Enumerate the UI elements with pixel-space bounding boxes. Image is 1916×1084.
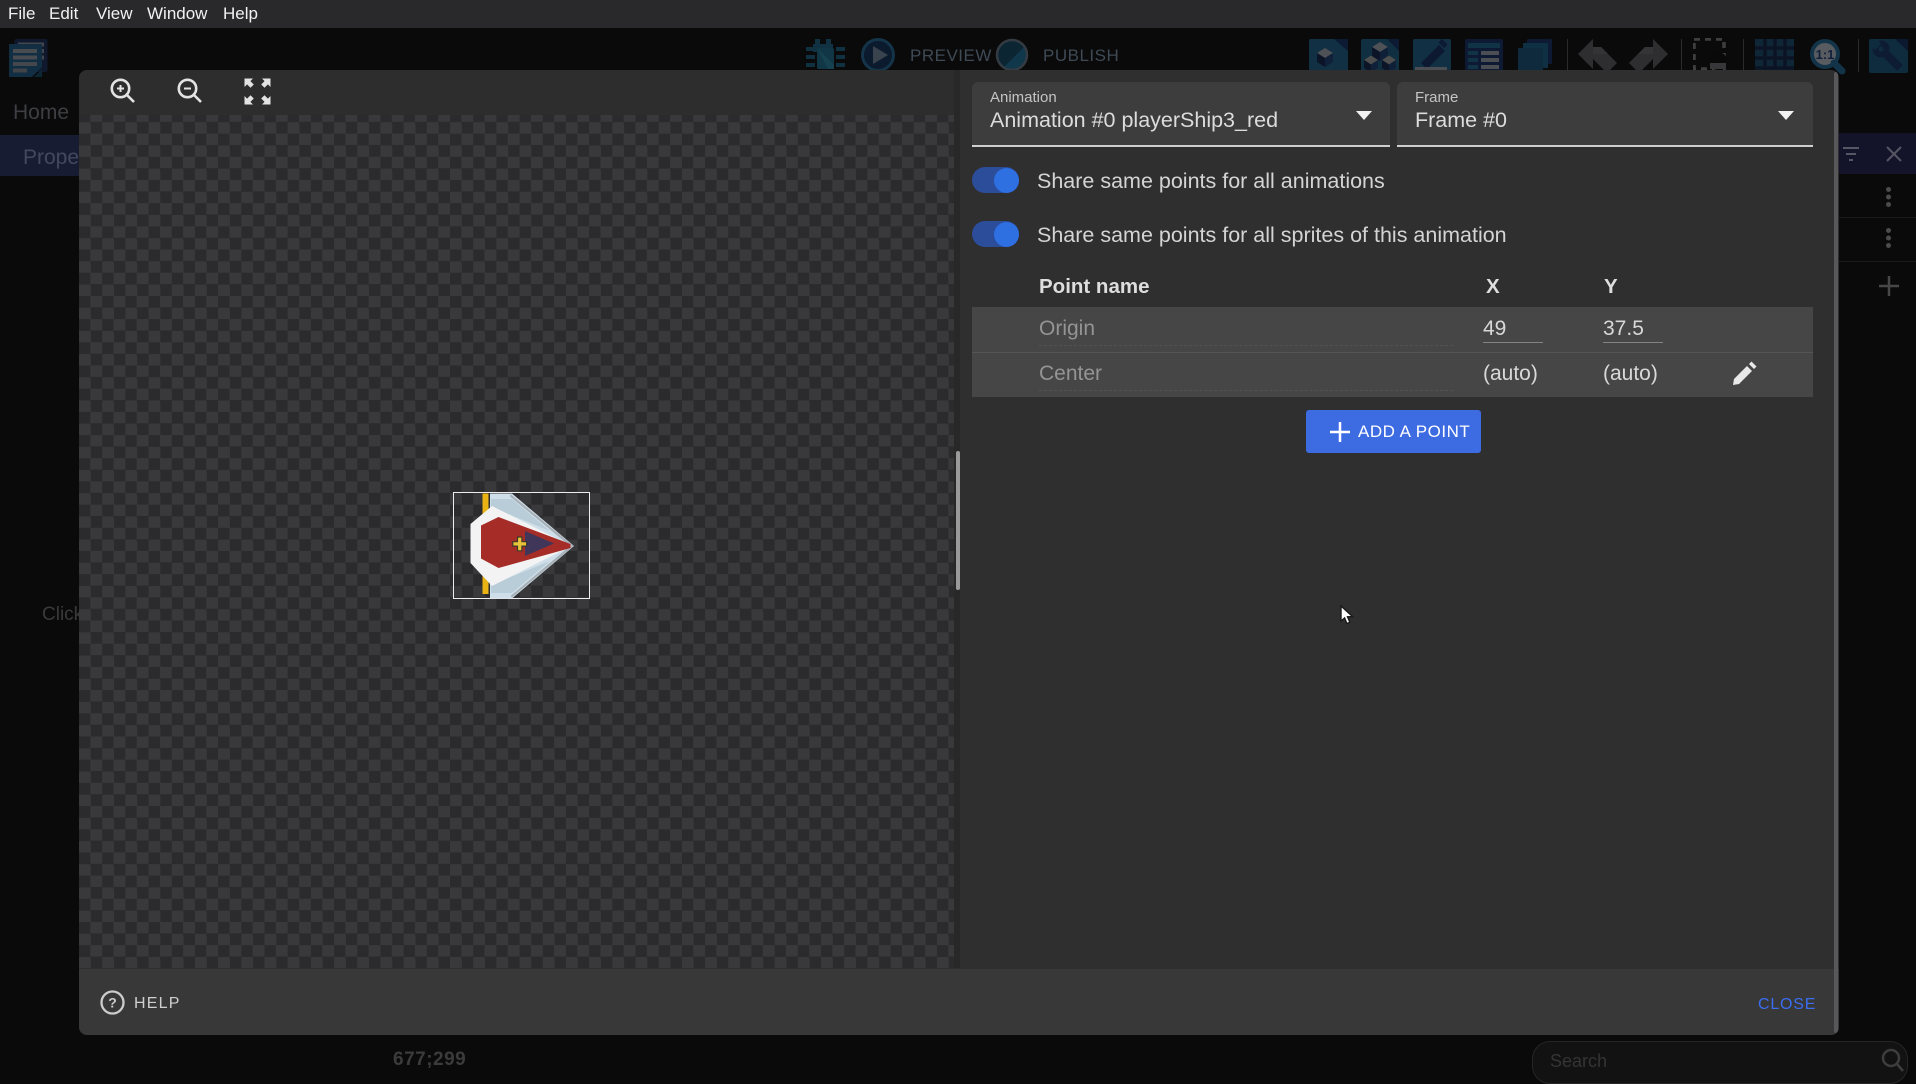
svg-text:1:1: 1:1 <box>1816 47 1835 62</box>
svg-text:?: ? <box>108 995 117 1011</box>
